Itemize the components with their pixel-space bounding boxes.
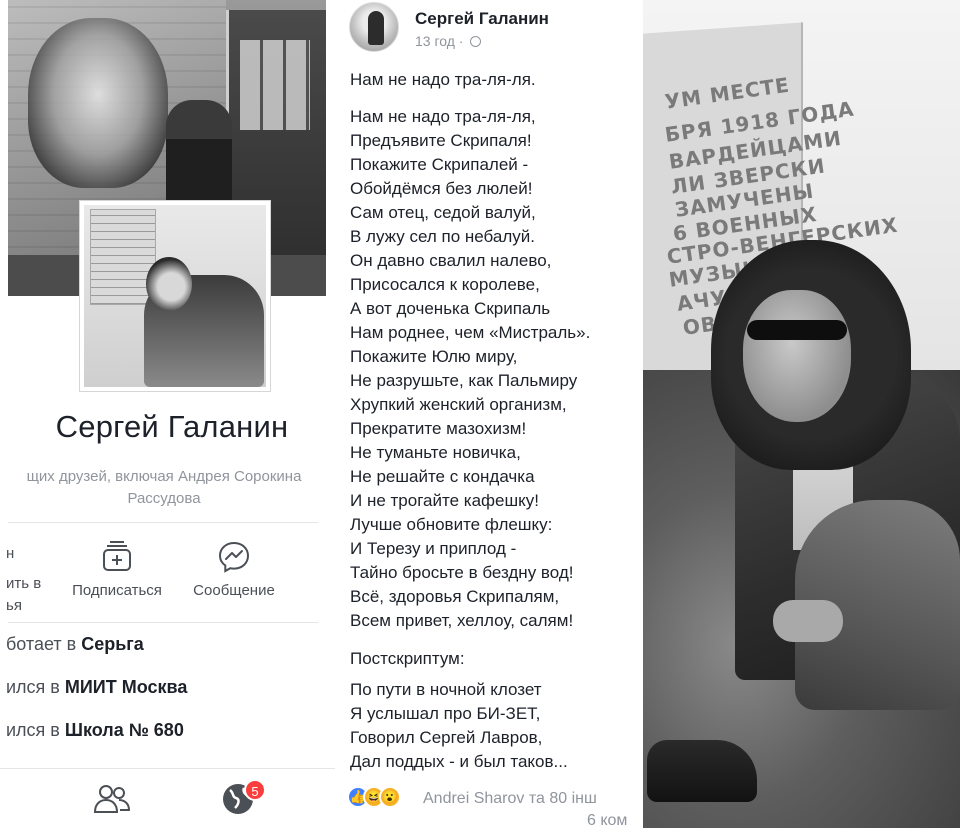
subscribe-label: Подписаться — [72, 582, 162, 599]
post-author-name[interactable]: Сергей Галанин — [415, 9, 549, 29]
reactions-count[interactable]: Andrei Sharov та 80 інш — [423, 790, 597, 808]
post-line: Присосался к королеве, — [350, 275, 540, 294]
post-line: Покажите Юлю миру, — [350, 347, 518, 366]
post-line: Не решайте с кондачка — [350, 467, 535, 486]
photo-man-face — [743, 290, 851, 422]
mutual-friends[interactable]: щих друзей, включая Андрея Сорокина Расс… — [0, 466, 335, 510]
post-line: Покажите Скрипалей - — [350, 155, 529, 174]
info-school-prefix: ился в — [6, 720, 65, 740]
profile-name: Сергей Галанин — [55, 409, 289, 444]
cover-door-window — [240, 40, 310, 130]
mutual-friends-line1: щих друзей, включая Андрея Сорокина — [26, 468, 302, 485]
post-line: А вот доченька Скрипаль — [350, 299, 551, 318]
post-author-avatar[interactable] — [349, 2, 399, 52]
post-line: Нам не надо тра-ля-ля, — [350, 107, 536, 126]
post-line: Хрупкий женский организм, — [350, 395, 567, 414]
notifications-badge: 5 — [244, 779, 266, 801]
post-line: Тайно бросьте в бездну вод! — [350, 563, 574, 582]
public-globe-icon — [470, 36, 482, 47]
add-friend-button[interactable]: н ить в ья — [6, 543, 41, 617]
messenger-icon — [218, 541, 250, 573]
post-line: Я услышал про БИ-ЗЕТ, — [350, 704, 541, 723]
post-line: Сам отец, седой валуй, — [350, 203, 536, 222]
info-university[interactable]: ился в МИИТ Москва — [6, 677, 187, 698]
message-button[interactable]: Сообщение — [184, 540, 284, 599]
post-meta: 13 год · — [415, 33, 482, 49]
divider — [8, 622, 318, 623]
post-line: Не разрушьте, как Пальмиру — [350, 371, 578, 390]
info-work-prefix: ботает в — [6, 634, 82, 654]
profile-avatar-image — [84, 205, 266, 387]
info-university-value: МИИТ Москва — [64, 677, 188, 697]
subscribe-icon — [103, 541, 131, 571]
profile-panel: Сергей Галанин щих друзей, включая Андре… — [0, 0, 335, 828]
friends-icon[interactable] — [92, 783, 132, 815]
info-school[interactable]: ился в Школа № 680 — [6, 720, 184, 741]
divider — [8, 522, 318, 523]
post-line: Постскриптум: — [350, 649, 465, 668]
info-school-value: Школа № 680 — [64, 720, 184, 740]
post-line: В лужу сел по небалуй. — [350, 227, 535, 246]
post-time[interactable]: 13 год · — [415, 33, 463, 49]
add-friend-label-2: ить в — [6, 575, 42, 592]
post-line: Он давно свалил налево, — [350, 251, 552, 270]
photo-man-hand — [773, 600, 843, 642]
post-line: Не туманьте новичка, — [350, 443, 521, 462]
photo-man-shoe — [647, 740, 757, 802]
profile-avatar[interactable] — [79, 200, 271, 392]
avatar-head — [146, 257, 192, 311]
comments-count[interactable]: 6 ком — [587, 812, 627, 828]
post-line: И Терезу и приплод - — [350, 539, 517, 558]
info-work-value: Серьга — [81, 634, 144, 654]
post-line: Прекратите мазохизм! — [350, 419, 527, 438]
mutual-friends-line2: Рассудова — [127, 490, 201, 507]
wow-reaction-icon: 😮 — [379, 786, 401, 808]
post-panel: Сергей Галанин 13 год · Нам не надо тра-… — [335, 0, 640, 828]
post-line: Говорил Сергей Лавров, — [350, 728, 543, 747]
info-university-prefix: ился в — [6, 677, 65, 697]
post-line: Предъявите Скрипаля! — [350, 131, 532, 150]
post-line: Обойдёмся без люлей! — [350, 179, 533, 198]
post-line: Всем привет, хеллоу, салям! — [350, 611, 574, 630]
cover-mural-face — [28, 18, 168, 188]
photo-man-sunglasses — [747, 320, 847, 340]
post-line: Всё, здоровья Скрипалям, — [350, 587, 560, 606]
post-line: Дал поддых - и был таков... — [350, 752, 568, 771]
post-line: Нам роднее, чем «Мистраль». — [350, 323, 591, 342]
bottom-nav: 5 — [0, 768, 335, 828]
post-line: Лучше обновите флешку: — [350, 515, 553, 534]
add-friend-label-3: ья — [6, 597, 22, 614]
subscribe-button[interactable]: Подписаться — [62, 540, 172, 599]
post-line: Нам не надо тра-ля-ля. — [350, 70, 536, 89]
message-label: Сообщение — [193, 582, 275, 599]
add-friend-label-1: н — [6, 545, 15, 562]
post-line: И не трогайте кафешку! — [350, 491, 539, 510]
photo-panel[interactable]: УМ МЕСТЕ БРЯ 1918 ГОДА ВАРДЕЙЦАМИ ЛИ ЗВЕРСК… — [643, 0, 960, 828]
info-work[interactable]: ботает в Серьга — [6, 634, 144, 655]
post-line: По пути в ночной клозет — [350, 680, 542, 699]
